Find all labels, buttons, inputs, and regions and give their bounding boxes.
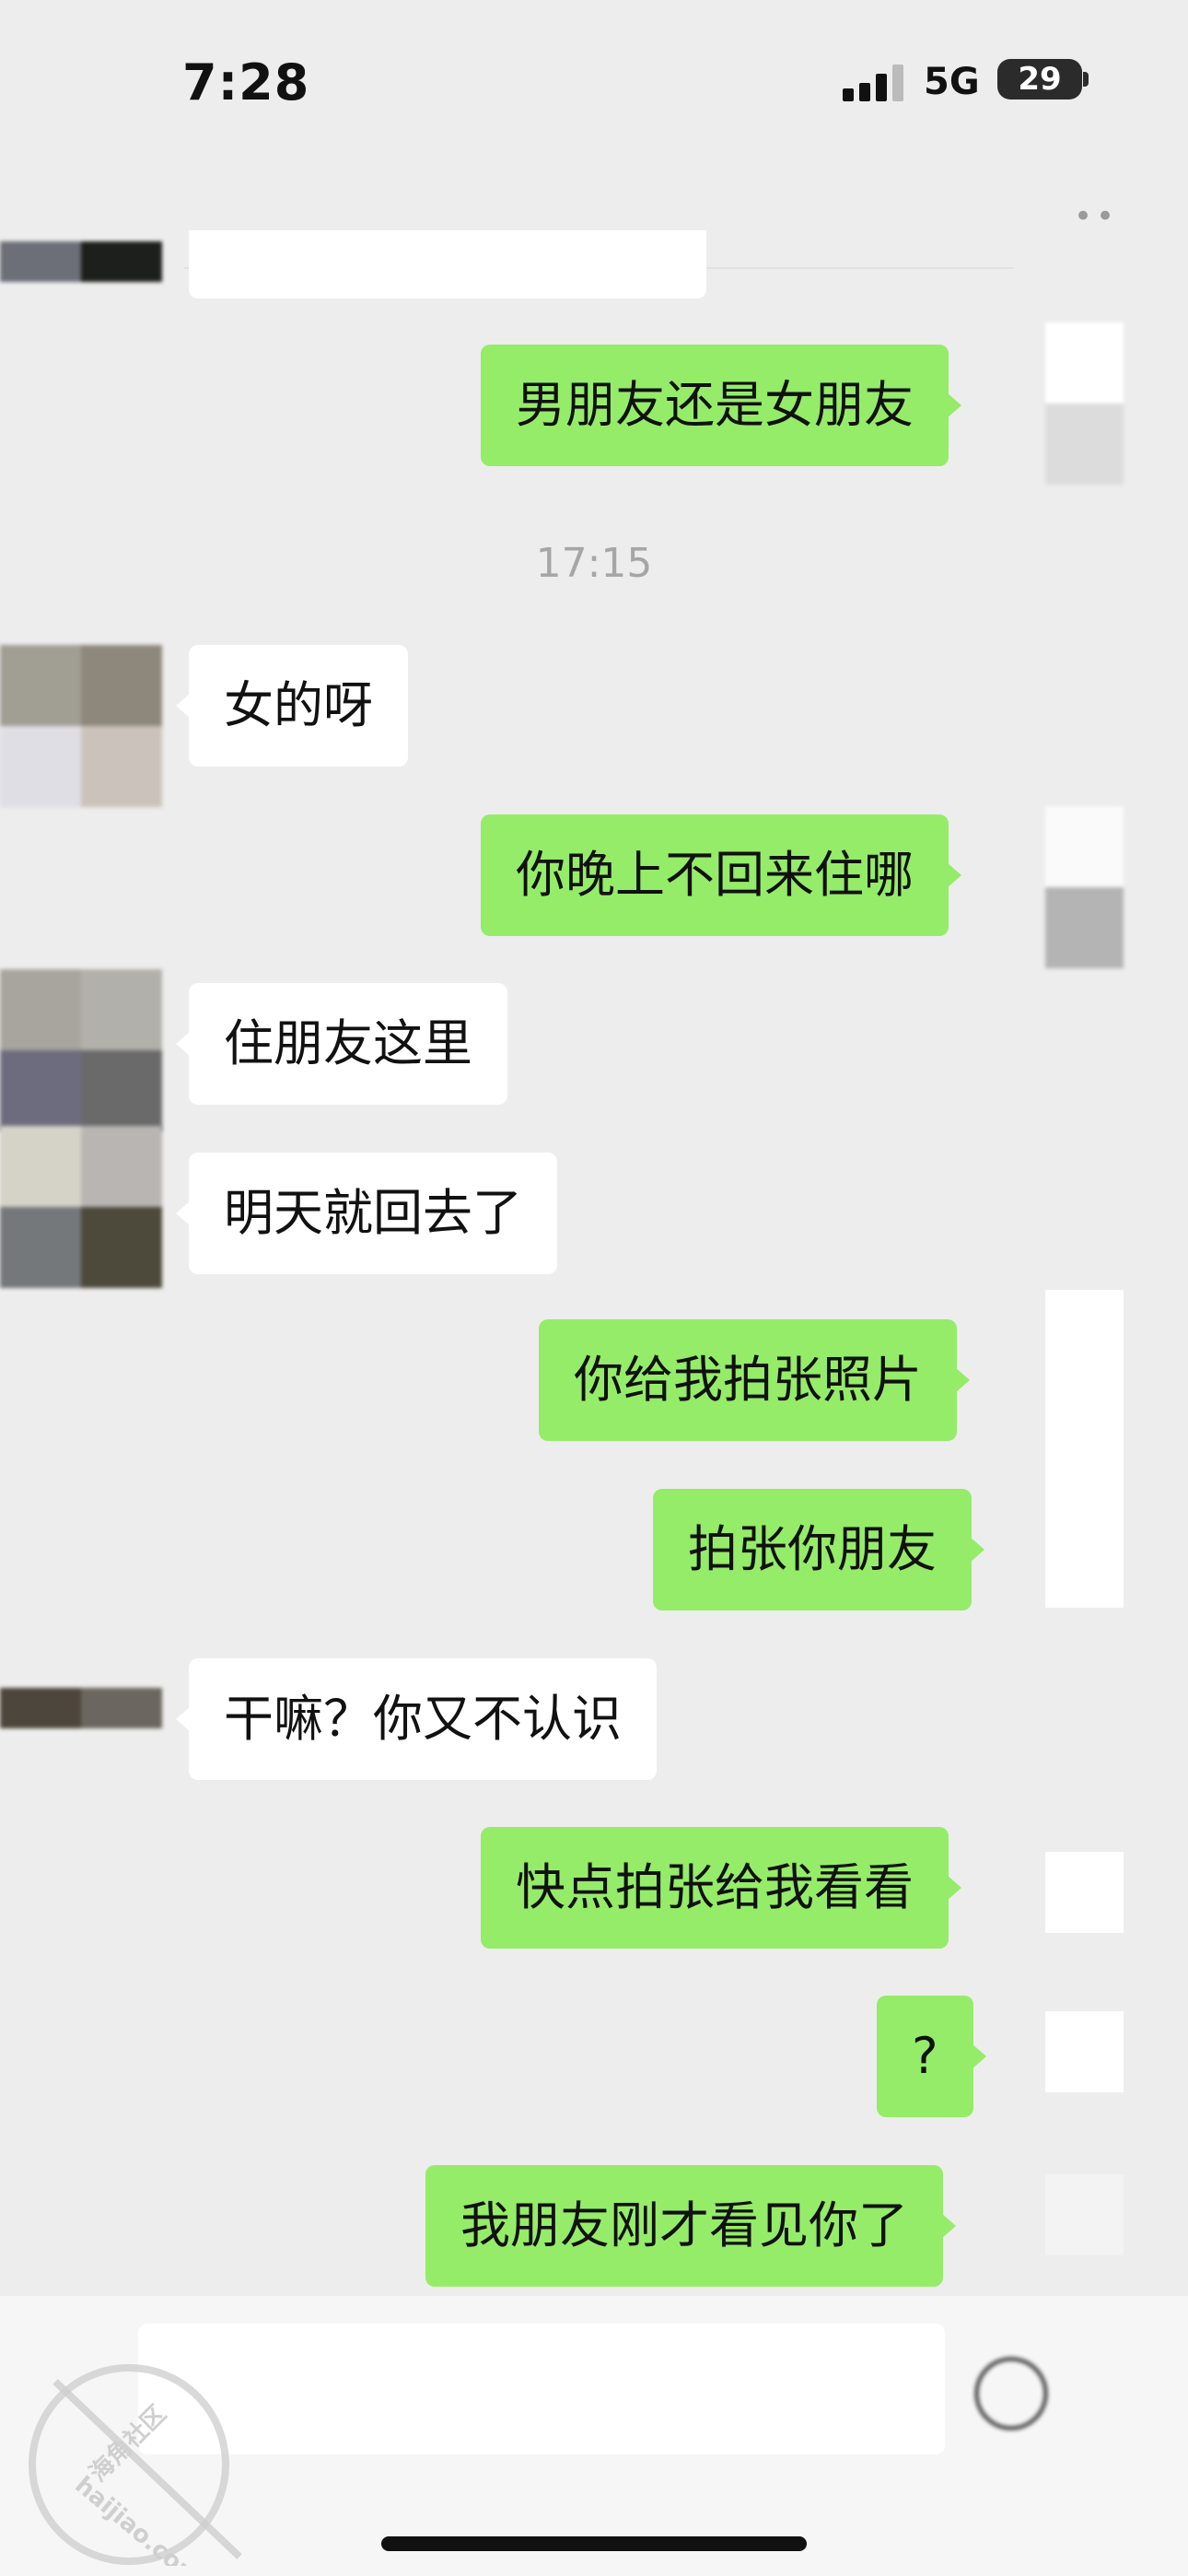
watermark-text-cn: 海角社区 <box>84 2399 171 2487</box>
message-bubble-outgoing[interactable]: 你给我拍张照片 <box>539 1319 970 1441</box>
avatar[interactable] <box>0 241 162 322</box>
message-bubble-outgoing[interactable]: 快点拍张给我看看 <box>481 1827 961 1949</box>
cellular-signal-icon <box>843 64 914 101</box>
self-avatar[interactable] <box>1045 322 1124 485</box>
emoji-icon[interactable] <box>974 2357 1048 2430</box>
more-options-icon[interactable]: •• <box>1074 198 1118 235</box>
battery-tip <box>1083 72 1089 87</box>
avatar[interactable] <box>0 645 162 807</box>
message-bubble-outgoing[interactable]: 你晚上不回来住哪 <box>481 814 961 936</box>
message-bubble-incoming[interactable]: 女的呀 <box>176 645 408 767</box>
self-avatar[interactable] <box>1045 806 1124 968</box>
message-bubble-outgoing[interactable]: ? <box>877 1996 986 2117</box>
status-time: 7:28 <box>182 53 310 111</box>
avatar[interactable] <box>0 1126 162 1288</box>
avatar[interactable] <box>0 1688 162 1769</box>
avatar[interactable] <box>0 969 162 1131</box>
battery-level: 29 <box>1018 61 1062 98</box>
network-type: 5G <box>924 61 980 103</box>
message-bubble-incoming[interactable]: 干嘛？你又不认识 <box>176 1658 657 1780</box>
message-bubble-outgoing[interactable]: 男朋友还是女朋友 <box>481 345 961 466</box>
home-indicator[interactable] <box>381 2536 807 2551</box>
watermark-logo: 海角社区 haijiao.com <box>29 2364 242 2566</box>
self-avatar[interactable] <box>1045 2011 1124 2092</box>
message-timestamp: 17:15 <box>535 540 653 587</box>
message-bubble-outgoing[interactable]: 拍张你朋友 <box>653 1489 984 1610</box>
message-bubble-incoming[interactable]: 明天就回去了 <box>176 1153 557 1274</box>
self-avatar[interactable] <box>1045 1852 1124 1933</box>
previous-message-bubble[interactable] <box>189 230 706 299</box>
message-bubble-outgoing[interactable]: 我朋友刚才看见你了 <box>425 2165 956 2287</box>
self-avatar[interactable] <box>1045 2174 1124 2255</box>
message-input[interactable] <box>138 2324 945 2454</box>
self-avatar[interactable] <box>1045 1290 1124 1608</box>
battery-icon: 29 <box>997 59 1082 100</box>
message-bubble-incoming[interactable]: 住朋友这里 <box>176 983 507 1105</box>
